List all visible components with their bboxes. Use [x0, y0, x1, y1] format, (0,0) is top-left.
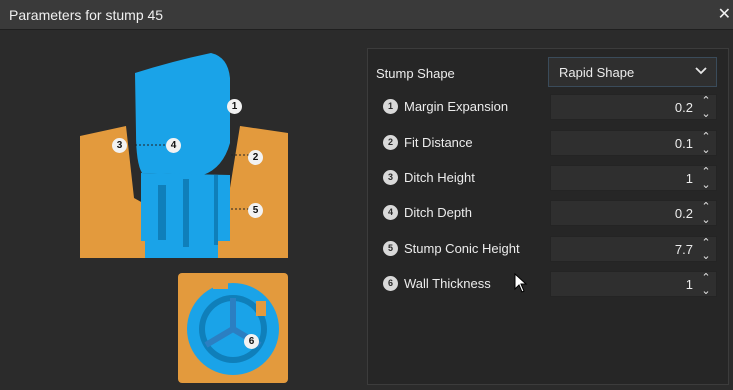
chevron-down-icon[interactable] — [694, 64, 708, 78]
stump-shape-row: Stump Shape Rapid Shape — [368, 57, 728, 88]
chevron-up-icon[interactable]: ⌃ — [699, 237, 713, 249]
param-label: Margin Expansion — [404, 99, 509, 114]
param-number-badge: 5 — [383, 241, 398, 256]
stump-shape-dropdown[interactable]: Rapid Shape — [548, 57, 717, 87]
param-label: Ditch Height — [404, 170, 475, 185]
spinner[interactable]: ⌃ ⌄ — [699, 95, 713, 121]
ditch-depth-input[interactable]: 0.2 ⌃ ⌄ — [550, 200, 717, 226]
param-row-ditch-height: 3 Ditch Height 1 ⌃ ⌄ — [368, 164, 728, 192]
chevron-down-icon[interactable]: ⌄ — [699, 179, 713, 191]
stump-diagram-illustration — [80, 53, 288, 383]
chevron-up-icon[interactable]: ⌃ — [699, 201, 713, 213]
chevron-down-icon[interactable]: ⌄ — [699, 144, 713, 156]
param-row-margin-expansion: 1 Margin Expansion 0.2 ⌃ ⌄ — [368, 93, 728, 121]
callout-1: 1 — [227, 99, 242, 114]
param-value: 0.2 — [674, 206, 693, 221]
param-row-ditch-depth: 4 Ditch Depth 0.2 ⌃ ⌄ — [368, 199, 728, 227]
mouse-pointer-icon — [514, 273, 528, 293]
chevron-down-icon[interactable]: ⌄ — [699, 108, 713, 120]
param-number-badge: 2 — [383, 135, 398, 150]
callout-2: 2 — [248, 150, 263, 165]
fit-distance-input[interactable]: 0.1 ⌃ ⌄ — [550, 130, 717, 156]
spinner[interactable]: ⌃ ⌄ — [699, 272, 713, 298]
chevron-up-icon[interactable]: ⌃ — [699, 166, 713, 178]
chevron-up-icon[interactable]: ⌃ — [699, 95, 713, 107]
param-label: Fit Distance — [404, 135, 473, 150]
param-row-fit-distance: 2 Fit Distance 0.1 ⌃ ⌄ — [368, 129, 728, 157]
window-title: Parameters for stump 45 — [9, 7, 164, 23]
spinner[interactable]: ⌃ ⌄ — [699, 166, 713, 192]
chevron-up-icon[interactable]: ⌃ — [699, 272, 713, 284]
spinner[interactable]: ⌃ ⌄ — [699, 201, 713, 227]
param-value: 0.1 — [674, 136, 693, 151]
callout-4: 4 — [166, 138, 181, 153]
param-value: 0.2 — [674, 100, 693, 115]
stump-shape-label: Stump Shape — [376, 66, 455, 81]
chevron-up-icon[interactable]: ⌃ — [699, 131, 713, 143]
parameters-panel: Stump Shape Rapid Shape 1 Margin Expansi… — [367, 48, 729, 385]
param-row-wall-thickness: 6 Wall Thickness 1 ⌃ ⌄ — [368, 270, 728, 298]
param-label: Ditch Depth — [404, 205, 472, 220]
stump-diagram: 1 2 3 4 5 6 — [8, 43, 358, 385]
callout-6: 6 — [244, 334, 259, 349]
param-number-badge: 6 — [383, 276, 398, 291]
spinner[interactable]: ⌃ ⌄ — [699, 131, 713, 157]
chevron-down-icon[interactable]: ⌄ — [699, 250, 713, 262]
wall-thickness-input[interactable]: 1 ⌃ ⌄ — [550, 271, 717, 297]
param-value: 7.7 — [674, 242, 693, 257]
param-label: Wall Thickness — [404, 276, 491, 291]
chevron-down-icon[interactable]: ⌄ — [699, 285, 713, 297]
param-number-badge: 3 — [383, 170, 398, 185]
param-row-stump-conic-height: 5 Stump Conic Height 7.7 ⌃ ⌄ — [368, 235, 728, 263]
chevron-down-icon[interactable]: ⌄ — [699, 214, 713, 226]
title-bar: Parameters for stump 45 ✕ — [0, 0, 733, 30]
param-number-badge: 1 — [383, 99, 398, 114]
param-value: 1 — [685, 171, 693, 186]
stump-shape-value: Rapid Shape — [559, 65, 635, 80]
callout-5: 5 — [248, 203, 263, 218]
param-label: Stump Conic Height — [404, 241, 520, 256]
close-icon[interactable]: ✕ — [718, 4, 731, 24]
param-number-badge: 4 — [383, 205, 398, 220]
margin-expansion-input[interactable]: 0.2 ⌃ ⌄ — [550, 94, 717, 120]
spinner[interactable]: ⌃ ⌄ — [699, 237, 713, 263]
stump-conic-height-input[interactable]: 7.7 ⌃ ⌄ — [550, 236, 717, 262]
param-value: 1 — [685, 277, 693, 292]
callout-3: 3 — [112, 138, 127, 153]
ditch-height-input[interactable]: 1 ⌃ ⌄ — [550, 165, 717, 191]
